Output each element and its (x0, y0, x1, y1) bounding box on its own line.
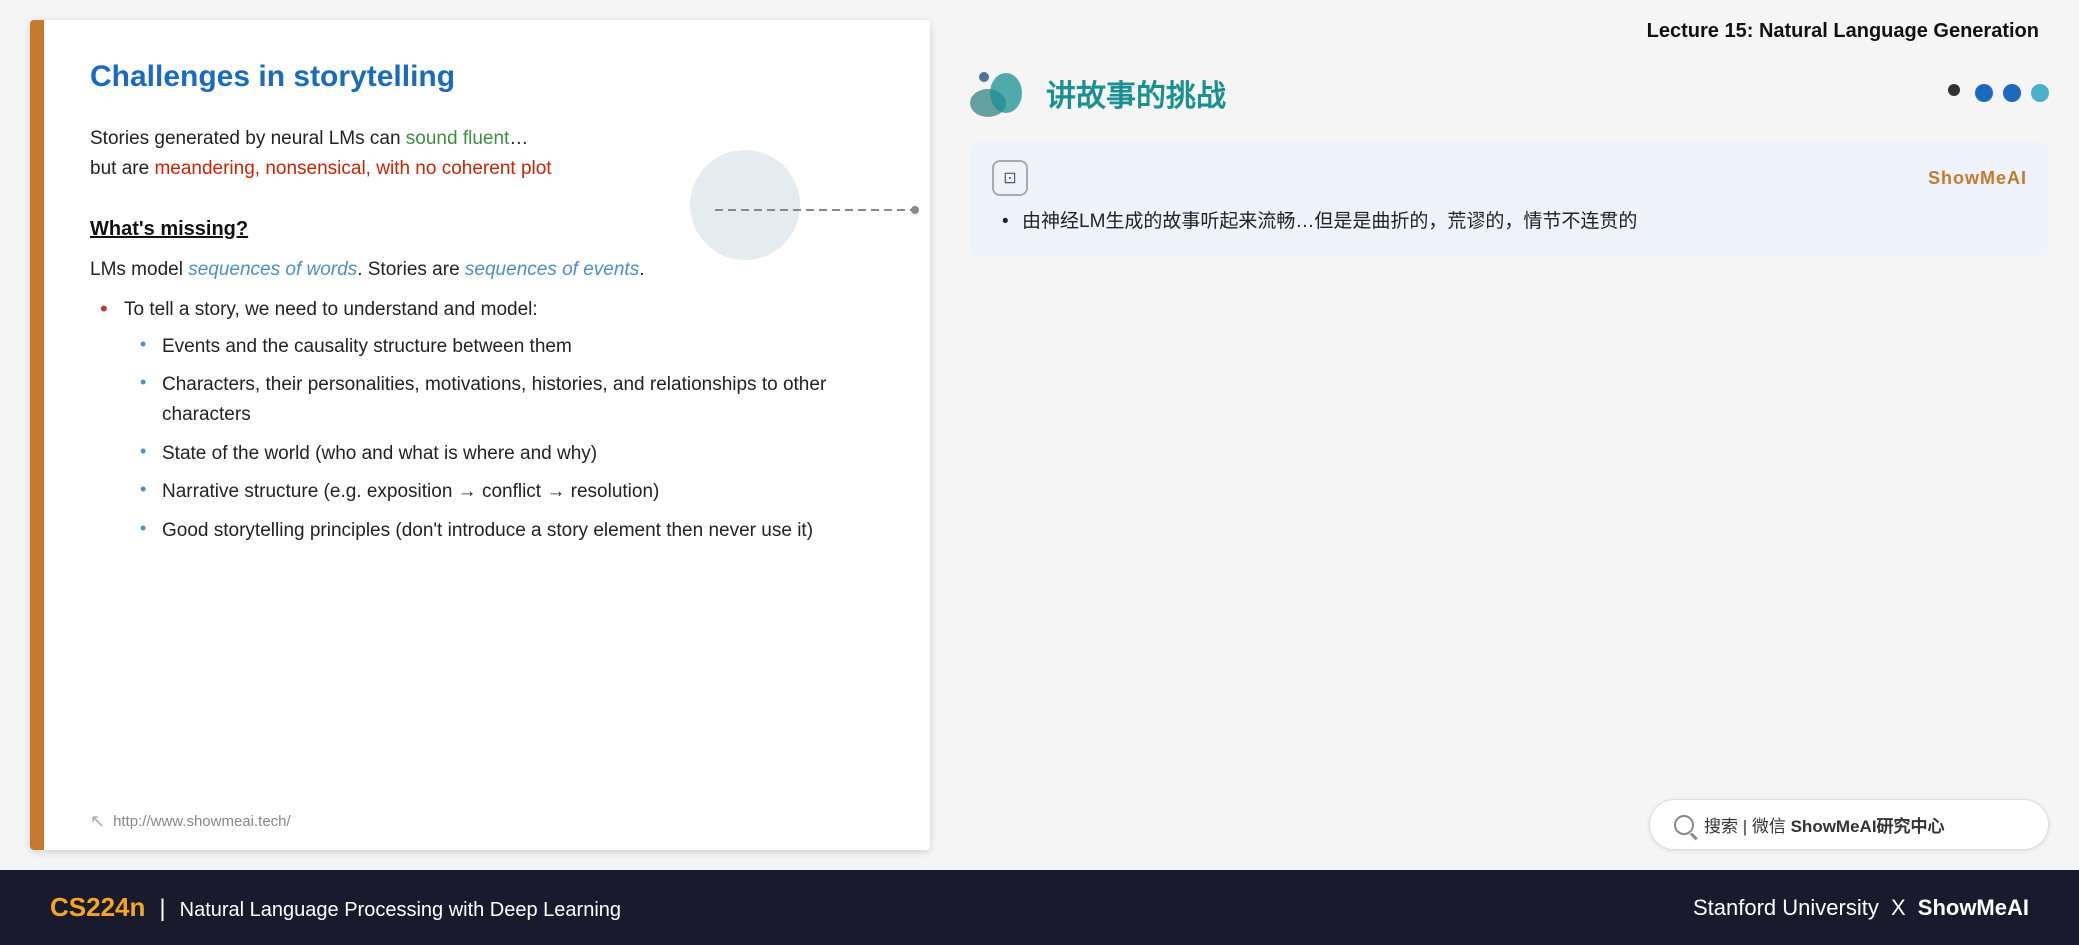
footer-cs224n: CS224n (50, 892, 145, 923)
para1-green: sound fluent (406, 128, 510, 149)
footer-showmeai: ShowMeAI (1918, 895, 2029, 920)
para1-line2-start: but are (90, 158, 154, 179)
footer-right: Stanford University X ShowMeAI (1693, 895, 2029, 921)
search-bar[interactable]: 搜索 | 微信 ShowMeAI研究中心 (1649, 799, 2049, 850)
main-bullet-list: To tell a story, we need to understand a… (90, 295, 880, 546)
lm-mid: . Stories are (357, 259, 465, 280)
footer-divider: | (159, 895, 165, 923)
ai-card: ⊡ ShowMeAI 由神经LM生成的故事听起来流畅…但是是曲折的，荒谬的，情节… (970, 142, 2049, 256)
footer-bar: CS224n | Natural Language Processing wit… (0, 870, 2079, 945)
sub-bullet-3: Narrative structure (e.g. exposition → c… (140, 477, 880, 507)
footer-stanford: Stanford University (1693, 895, 1879, 920)
slide-title: Challenges in storytelling (90, 60, 880, 94)
search-bold-label: ShowMeAI研究中心 (1791, 817, 1945, 836)
nav-dots (1948, 84, 2049, 102)
para1-start: Stories generated by neural LMs can (90, 128, 406, 149)
lm-end: . (639, 259, 644, 280)
chinese-title-text: 讲故事的挑战 (1046, 71, 1226, 115)
sub-bullet-1: Characters, their personalities, motivat… (140, 370, 880, 431)
footer-x: X (1891, 895, 1912, 920)
footer-url: http://www.showmeai.tech/ (113, 813, 291, 830)
chinese-icon (970, 65, 1030, 120)
lm-sentence: LMs model sequences of words. Stories ar… (90, 255, 880, 285)
dot-small (1948, 84, 1960, 96)
showmeai-label: ShowMeAI (1928, 168, 2027, 189)
dot-2[interactable] (2003, 84, 2021, 102)
cursor-icon: ↖ (90, 811, 105, 832)
dot-1[interactable] (1975, 84, 1993, 102)
chinese-title-section: 讲故事的挑战 (970, 59, 2049, 126)
para1-red: meandering, nonsensical, with no coheren… (154, 158, 551, 179)
dot-3[interactable] (2031, 84, 2049, 102)
ai-icon-row: ⊡ ShowMeAI (992, 160, 2027, 196)
decorative-circle (690, 150, 800, 260)
right-panel: Lecture 15: Natural Language Generation … (950, 0, 2079, 870)
sub-bullet-4: Good storytelling principles (don't intr… (140, 516, 880, 546)
lm-italic1: sequences of words (188, 259, 357, 280)
sub-bullet-0: Events and the causality structure betwe… (140, 332, 880, 362)
lm-start: LMs model (90, 259, 188, 280)
footer-subtitle: Natural Language Processing with Deep Le… (180, 899, 621, 922)
main-bullet-item: To tell a story, we need to understand a… (100, 295, 880, 546)
main-bullet-text: To tell a story, we need to understand a… (124, 299, 538, 320)
para1-ellipsis: … (509, 128, 528, 149)
lm-italic2: sequences of events (465, 259, 639, 280)
ai-card-item: 由神经LM生成的故事听起来流畅…但是是曲折的，荒谬的，情节不连贯的 (1002, 206, 2027, 238)
lecture-title: Lecture 15: Natural Language Generation (1647, 15, 2049, 43)
slide-panel: Challenges in storytelling Stories gener… (30, 20, 930, 850)
search-icon (1674, 815, 1694, 835)
sub-bullet-2: State of the world (who and what is wher… (140, 439, 880, 469)
footer-left: CS224n | Natural Language Processing wit… (50, 892, 621, 923)
search-label: 搜索 | 微信 (1704, 817, 1791, 836)
search-text: 搜索 | 微信 ShowMeAI研究中心 (1704, 812, 1945, 837)
slide-footer: ↖ http://www.showmeai.tech/ (90, 811, 291, 832)
ai-card-content: 由神经LM生成的故事听起来流畅…但是是曲折的，荒谬的，情节不连贯的 (992, 206, 2027, 238)
ai-icon: ⊡ (992, 160, 1028, 196)
slide-left-bar (30, 20, 44, 850)
sub-bullet-list: Events and the causality structure betwe… (124, 332, 880, 546)
ai-card-text: 由神经LM生成的故事听起来流畅…但是是曲折的，荒谬的，情节不连贯的 (1022, 211, 1637, 232)
